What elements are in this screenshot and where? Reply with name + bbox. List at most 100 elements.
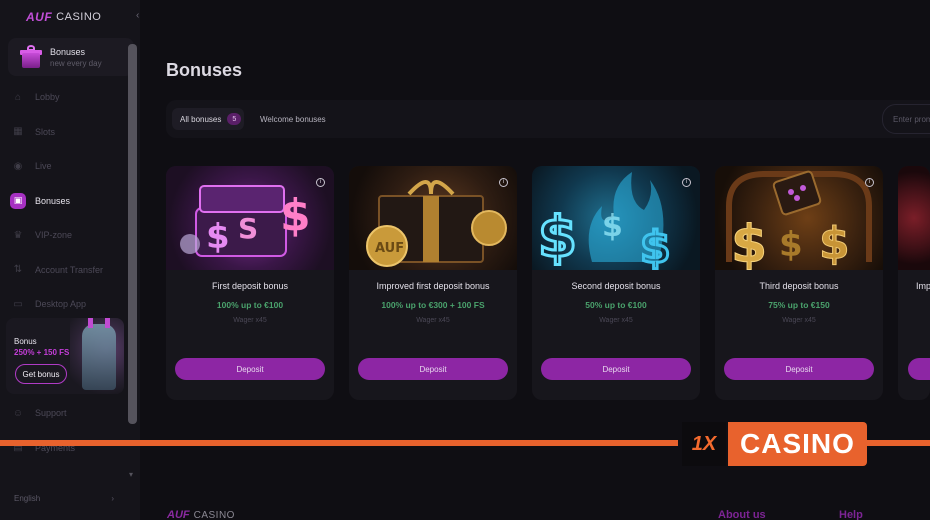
bonus-card-image: $ $ $ (532, 166, 700, 275)
sidebar-item-account-transfer[interactable]: ⇅ Account Transfer (0, 253, 128, 288)
support-icon: ☺ (12, 407, 24, 419)
casino-bonuses-page: AUF CASINO ‹ Bonuses new every day ⌂ Lob… (0, 0, 930, 520)
info-icon[interactable]: i (682, 178, 691, 187)
sidebar-scrollbar[interactable] (128, 44, 137, 424)
svg-text:AUF: AUF (375, 241, 404, 256)
svg-text:$: $ (538, 205, 577, 270)
logo-mark: AUF (26, 10, 53, 24)
svg-text:S: S (238, 212, 258, 245)
sidebar-item-slots[interactable]: ▦ Slots (0, 115, 128, 150)
sidebar-item-payments[interactable]: ▤ Payments (0, 431, 128, 466)
bonus-card-image: $ S $ (166, 166, 334, 270)
sidebar-item-label: Support (35, 408, 67, 419)
sidebar-item-live[interactable]: ◉ Live (0, 149, 128, 184)
language-label: English (14, 493, 41, 503)
svg-text:$: $ (640, 222, 671, 270)
info-icon[interactable]: i (499, 178, 508, 187)
deposit-button[interactable]: Deposit (175, 358, 325, 380)
svg-text:$: $ (779, 225, 803, 265)
bonus-card: $ $ $ i Second deposit bonus 50% up to €… (532, 166, 700, 400)
tab-label: All bonuses (180, 114, 222, 124)
desktop-icon: ▭ (13, 298, 23, 310)
page-title: Bonuses (166, 60, 243, 80)
sidebar-bonus-banner: Bonus 250% + 150 FS Get bonus (6, 318, 124, 394)
bonus-card: $ $ $ i Third deposit bonus 75% up to €1… (715, 166, 883, 400)
tab-all-bonuses[interactable]: All bonuses 5 (172, 108, 244, 130)
sidebar-item-label: Bonuses (35, 195, 71, 206)
footer-logo[interactable]: AUF CASINO (167, 509, 235, 520)
mascot-image (82, 324, 116, 390)
banner-offer: 250% + 150 FS (14, 348, 70, 357)
mascot-ears (88, 318, 110, 328)
bonus-card-wager: Wager x45 (782, 317, 816, 324)
bonus-tabs-bar: All bonuses 5 Welcome bonuses Enter prom… (166, 100, 930, 138)
promo-code-input[interactable]: Enter promo code (882, 104, 930, 134)
bonus-card-offer: 75% up to €150 (768, 300, 830, 310)
banner-title: Bonus (14, 337, 37, 346)
sidebar-item-label: Desktop App (35, 299, 87, 310)
svg-text:$: $ (731, 215, 767, 270)
sidebar-item-lobby[interactable]: ⌂ Lobby (0, 80, 128, 115)
sidebar-item-label: VIP-zone (35, 230, 73, 241)
bonus-card-wager: Wager x45 (599, 317, 633, 324)
bonus-card-title: Imp (916, 281, 930, 291)
promo-title: Bonuses (50, 46, 86, 57)
get-bonus-button[interactable]: Get bonus (15, 364, 67, 384)
footer-logo-mark: AUF (167, 509, 190, 520)
chevron-right-icon: › (111, 493, 114, 503)
bonus-card-image: $ $ $ (715, 166, 883, 276)
slots-icon: ▦ (13, 126, 23, 138)
watermark-mark: 1X (682, 422, 726, 466)
bonus-card-image: AUF (349, 166, 517, 270)
bonus-card: $ S $ i First deposit bonus 100% up to €… (166, 166, 334, 400)
bonus-card-image (898, 166, 930, 270)
bonus-card-offer: 100% up to €300 + 100 FS (381, 300, 485, 310)
gift-icon: ▣ (10, 192, 26, 209)
sidebar-item-bonuses[interactable]: ▣ Bonuses (0, 184, 128, 219)
bonus-card-wager: Wager x45 (416, 317, 450, 324)
sidebar-item-label: Slots (35, 126, 56, 137)
bonus-card-offer: 100% up to €100 (216, 300, 284, 310)
sidebar-item-label: Lobby (35, 92, 60, 103)
logo-text: CASINO (56, 11, 102, 23)
home-icon: ⌂ (14, 91, 22, 103)
scroll-down-icon[interactable]: ▾ (129, 470, 133, 479)
info-icon[interactable]: i (865, 178, 874, 187)
sidebar-nav: ⌂ Lobby ▦ Slots ◉ Live ▣ Bonuses ♛ VIP-z… (0, 80, 128, 322)
footer-link-about-us[interactable]: About us (718, 509, 766, 520)
bonus-card: Imp (898, 166, 930, 400)
watermark-label: CASINO (728, 422, 867, 466)
sidebar-nav-bottom: ☺ Support ▤ Payments (0, 396, 128, 465)
deposit-button[interactable]: Deposit (724, 358, 874, 380)
bonuses-promo-card[interactable]: Bonuses new every day (8, 38, 134, 76)
language-selector[interactable]: English › (0, 488, 128, 508)
svg-text:$: $ (280, 190, 311, 241)
collapse-sidebar-icon[interactable]: ‹ (136, 10, 139, 21)
bonus-card-title: Third deposit bonus (759, 281, 839, 291)
svg-text:$: $ (206, 217, 230, 257)
tab-welcome-bonuses[interactable]: Welcome bonuses (260, 108, 326, 130)
transfer-icon: ⇅ (13, 264, 23, 276)
gift-icon (20, 44, 42, 70)
sidebar-item-vip-zone[interactable]: ♛ VIP-zone (0, 218, 128, 253)
tab-label: Welcome bonuses (260, 114, 326, 124)
bonus-card: AUF i Improved first deposit bonus 100% … (349, 166, 517, 400)
promo-subtitle: new every day (50, 58, 102, 68)
sidebar-item-support[interactable]: ☺ Support (0, 396, 128, 431)
site-logo[interactable]: AUF CASINO (26, 10, 101, 24)
bonus-card-title: Improved first deposit bonus (376, 281, 490, 291)
bonus-card-offer: 50% up to €100 (585, 300, 647, 310)
deposit-button[interactable] (908, 358, 930, 380)
sidebar-item-label: Account Transfer (35, 264, 104, 275)
footer-link-help[interactable]: Help (839, 509, 863, 520)
bonus-card-wager: Wager x45 (233, 317, 267, 324)
live-icon: ◉ (13, 160, 23, 172)
deposit-button[interactable]: Deposit (541, 358, 691, 380)
bonus-card-title: First deposit bonus (211, 281, 289, 291)
sidebar-item-desktop-app[interactable]: ▭ Desktop App (0, 287, 128, 322)
crown-icon: ♛ (13, 229, 23, 241)
svg-text:$: $ (602, 209, 623, 244)
footer-logo-text: CASINO (193, 509, 235, 520)
info-icon[interactable]: i (316, 178, 325, 187)
deposit-button[interactable]: Deposit (358, 358, 508, 380)
